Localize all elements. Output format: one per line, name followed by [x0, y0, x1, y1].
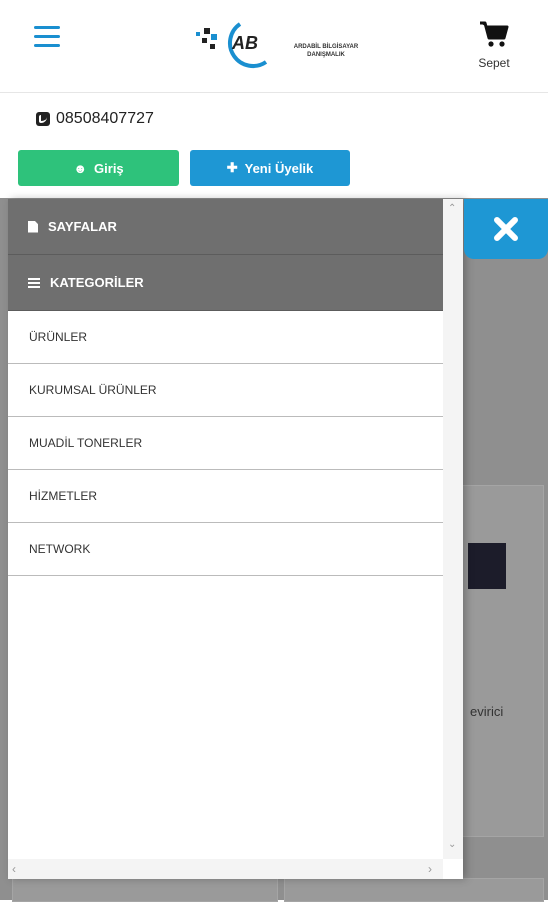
menu-item-muadil-tonerler[interactable]: MUADİL TONERLER	[8, 417, 443, 470]
list-icon	[28, 277, 40, 288]
menu-item-network[interactable]: NETWORK	[8, 523, 443, 576]
document-icon	[28, 220, 38, 233]
menu-item-urunler[interactable]: ÜRÜNLER	[8, 311, 443, 364]
scroll-right-icon[interactable]: ›	[428, 862, 432, 876]
scroll-down-icon[interactable]: ⌄	[448, 839, 456, 850]
register-label: Yeni Üyelik	[244, 160, 314, 176]
phone-number: 08508407727	[56, 110, 154, 127]
background-card	[284, 878, 544, 902]
cart-icon	[480, 21, 509, 47]
user-icon: ☻	[73, 160, 88, 176]
site-logo[interactable]: AB ARDABİL BİLGİSAYAR DANIŞMALIK	[192, 20, 364, 72]
logo-text: ARDABİL BİLGİSAYAR DANIŞMALIK	[286, 43, 366, 59]
logo-line1: ARDABİL BİLGİSAYAR	[293, 44, 359, 50]
logo-line2: DANIŞMALIK	[307, 52, 345, 58]
vertical-scrollbar[interactable]: ⌃ ⌄	[443, 199, 463, 859]
scroll-left-icon[interactable]: ‹	[12, 862, 16, 876]
phone-icon	[36, 112, 50, 126]
hamburger-icon[interactable]	[34, 26, 60, 48]
side-drawer: SAYFALAR KATEGORİLER ÜRÜNLER KURUMSAL ÜR…	[8, 199, 463, 879]
logo-graphic: AB	[196, 22, 268, 68]
close-drawer-button[interactable]	[464, 199, 548, 259]
horizontal-scrollbar[interactable]: ‹ ›	[8, 859, 443, 879]
background-product-image	[468, 543, 506, 589]
background-product-card	[458, 485, 544, 837]
background-product-text: evirici	[470, 704, 504, 719]
menu-item-hizmetler[interactable]: HİZMETLER	[8, 470, 443, 523]
login-button[interactable]: ☻ Giriş	[18, 150, 179, 186]
cart-label: Sepet	[478, 56, 510, 70]
cart-button[interactable]: Sepet	[470, 20, 518, 70]
register-button[interactable]: ✚ Yeni Üyelik	[190, 150, 350, 186]
menu-item-kurumsal-urunler[interactable]: KURUMSAL ÜRÜNLER	[8, 364, 443, 417]
top-header: AB ARDABİL BİLGİSAYAR DANIŞMALIK Sepet	[0, 0, 548, 93]
close-icon	[494, 217, 518, 241]
section-pages[interactable]: SAYFALAR	[8, 199, 443, 255]
phone-contact[interactable]: 08508407727	[36, 110, 154, 128]
background-card	[12, 878, 278, 902]
section-label: SAYFALAR	[48, 219, 117, 234]
plus-icon: ✚	[226, 160, 238, 175]
section-label: KATEGORİLER	[50, 275, 144, 290]
login-label: Giriş	[94, 160, 124, 176]
scroll-up-icon[interactable]: ⌃	[448, 203, 456, 214]
section-categories[interactable]: KATEGORİLER	[8, 255, 443, 311]
svg-text:AB: AB	[231, 33, 258, 53]
